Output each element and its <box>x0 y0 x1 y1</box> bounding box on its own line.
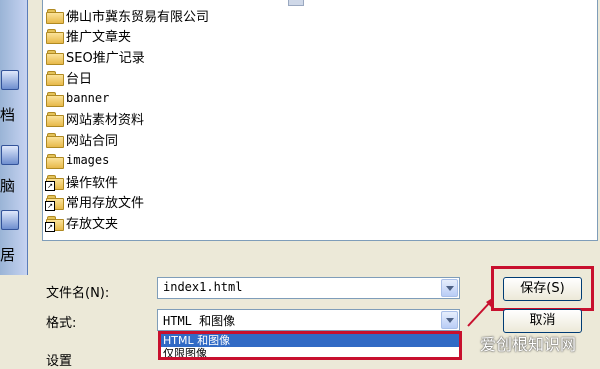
folder-icon <box>46 153 64 169</box>
list-item-label: 网站合同 <box>66 133 119 149</box>
my-computer-icon[interactable] <box>1 145 19 165</box>
list-item[interactable]: SEO推广记录 <box>46 46 145 66</box>
list-item-label: 网站素材资料 <box>66 112 145 128</box>
folder-icon <box>46 70 64 86</box>
format-option-html-images[interactable]: HTML 和图像 <box>161 334 459 347</box>
places-bar-background: 档 脑 居 <box>0 0 28 275</box>
places-label-computer[interactable]: 脑 <box>0 175 16 197</box>
annotation-arrow-icon <box>467 297 494 327</box>
chevron-down-icon[interactable] <box>441 279 458 297</box>
list-item[interactable]: ↗ 常用存放文件 <box>45 191 145 211</box>
list-item[interactable]: 网站合同 <box>46 129 118 149</box>
list-item-label: 佛山市冀东贸易有限公司 <box>66 9 210 25</box>
network-places-icon[interactable] <box>1 210 19 230</box>
filename-field[interactable]: index1.html <box>157 277 460 299</box>
format-dropdown-list[interactable]: HTML 和图像 仅限图像 <box>160 333 460 360</box>
save-button[interactable]: 保存(S) <box>503 277 582 301</box>
list-item-label: banner <box>66 91 110 105</box>
my-documents-icon[interactable] <box>1 70 19 90</box>
folder-icon <box>46 111 64 127</box>
cancel-button[interactable]: 取消 <box>503 309 582 333</box>
format-select[interactable]: HTML 和图像 <box>157 309 460 331</box>
list-item[interactable]: 网站素材资料 <box>46 108 144 128</box>
folder-icon <box>46 49 64 65</box>
list-item[interactable]: banner <box>46 88 109 108</box>
places-bar: 档 脑 居 <box>0 0 28 275</box>
folder-shortcut-icon: ↗ <box>45 174 64 191</box>
list-item[interactable]: 台日 <box>46 67 92 87</box>
folder-shortcut-icon: ↗ <box>45 215 64 232</box>
places-label-network[interactable]: 居 <box>0 244 16 266</box>
format-value: HTML 和图像 <box>163 314 236 328</box>
list-item-label: 操作软件 <box>66 175 119 191</box>
list-item-label: 存放文夹 <box>66 216 119 232</box>
filename-label: 文件名(N): <box>46 286 110 301</box>
list-item-label: 推广文章夹 <box>66 29 132 45</box>
format-label: 格式: <box>46 316 77 331</box>
folder-shortcut-icon: ↗ <box>45 194 64 211</box>
file-list[interactable]: 佛山市冀东贸易有限公司 推广文章夹 SEO推广记录 台日 banner 网站素材… <box>42 0 598 241</box>
folder-icon <box>46 132 64 148</box>
list-item-label: 台日 <box>66 71 93 87</box>
list-item[interactable]: 推广文章夹 <box>46 25 131 45</box>
folder-icon <box>46 28 64 44</box>
chevron-down-icon[interactable] <box>441 311 458 329</box>
filename-value: index1.html <box>163 280 243 294</box>
list-item[interactable]: ↗ 存放文夹 <box>45 212 119 232</box>
places-label-documents[interactable]: 档 <box>0 104 16 126</box>
list-item-label: images <box>66 153 110 167</box>
list-item[interactable]: images <box>46 150 109 170</box>
list-item[interactable]: ↗ 操作软件 <box>45 171 119 191</box>
folder-icon <box>46 8 64 24</box>
format-option-images-only[interactable]: 仅限图像 <box>161 347 459 359</box>
list-item-label: SEO推广记录 <box>66 50 145 66</box>
list-item-label: 常用存放文件 <box>66 195 145 211</box>
list-item[interactable]: 佛山市冀东贸易有限公司 <box>46 5 209 25</box>
file-thumbnail-icon <box>288 0 304 6</box>
watermark: 爱创根知识网 <box>480 335 577 354</box>
folder-icon <box>46 91 64 107</box>
